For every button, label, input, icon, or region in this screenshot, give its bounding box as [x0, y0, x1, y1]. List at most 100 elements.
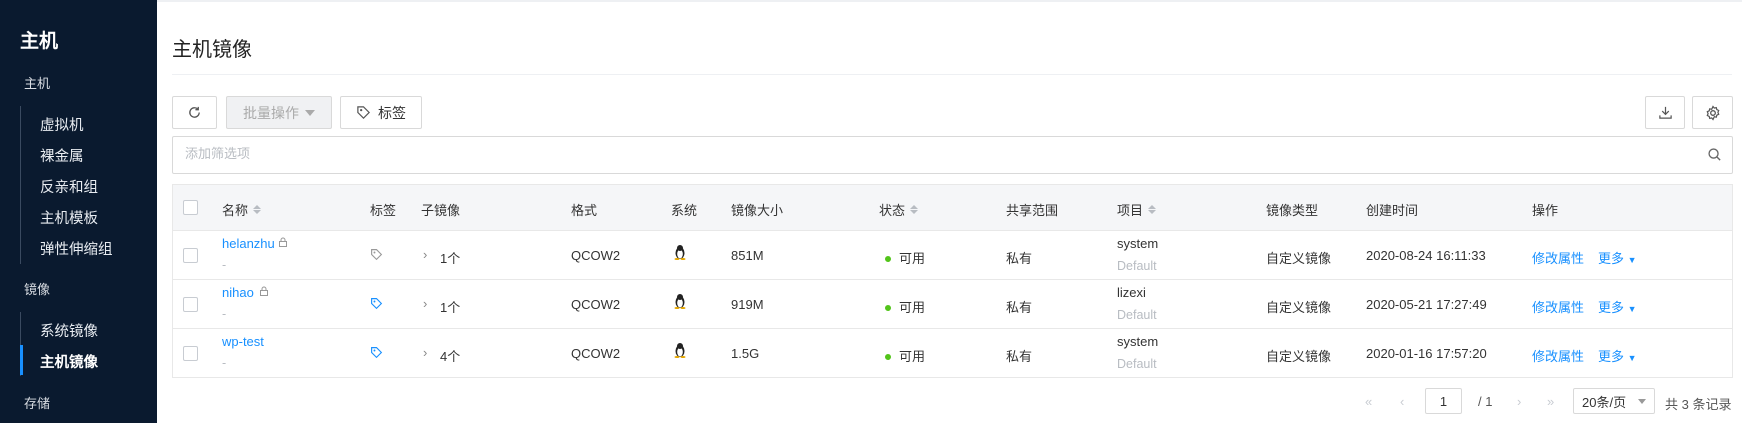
image-name-link[interactable]: nihao	[222, 285, 254, 300]
tag-icon[interactable]	[370, 297, 383, 313]
title-divider	[172, 74, 1732, 75]
column-share: 共享范围	[1006, 203, 1059, 218]
page-input[interactable]: 1	[1425, 388, 1462, 414]
project-domain: Default	[1117, 308, 1157, 322]
tag-icon[interactable]	[370, 248, 383, 264]
image-size: 851M	[731, 248, 764, 263]
row-checkbox[interactable]	[183, 248, 198, 263]
image-format: QCOW2	[571, 248, 621, 263]
table-header: 名称 标签 子镜像 格式 系统 镜像大小 状态 共享范围 项目 镜像类型 创建时…	[173, 185, 1732, 231]
tag-icon[interactable]	[370, 346, 383, 362]
edit-properties-link[interactable]: 修改属性	[1532, 297, 1584, 316]
search-icon[interactable]	[1707, 147, 1722, 165]
image-name-link[interactable]: helanzhu	[222, 236, 275, 251]
sidebar-group-image: 镜像	[24, 282, 51, 297]
select-all-checkbox[interactable]	[183, 200, 198, 215]
edit-properties-link[interactable]: 修改属性	[1532, 346, 1584, 365]
lock-icon	[258, 285, 270, 300]
caret-down-icon: ▼	[1627, 255, 1637, 265]
linux-icon	[673, 293, 687, 312]
sidebar-item-host-template[interactable]: 主机模板	[40, 207, 98, 228]
image-subtitle: -	[222, 356, 227, 370]
gear-icon	[1705, 104, 1721, 121]
column-format: 格式	[571, 203, 598, 218]
edit-properties-link[interactable]: 修改属性	[1532, 248, 1584, 267]
image-format: QCOW2	[571, 346, 621, 361]
sidebar-item-anti-affinity[interactable]: 反亲和组	[40, 176, 98, 197]
caret-down-icon: ▼	[1627, 353, 1637, 363]
column-tags: 标签	[370, 203, 397, 218]
column-project[interactable]: 项目	[1117, 200, 1157, 219]
image-type: 自定义镜像	[1266, 251, 1332, 266]
children-count: 1个	[440, 251, 461, 266]
sidebar-item-host-image[interactable]: 主机镜像	[40, 351, 98, 372]
status-badge: 可用	[885, 297, 925, 316]
prev-page-icon[interactable]: ‹	[1400, 394, 1404, 409]
sidebar-active-indicator	[20, 345, 23, 375]
image-format: QCOW2	[571, 297, 621, 312]
status-dot	[885, 255, 891, 262]
filter-input[interactable]	[185, 146, 1585, 161]
row-checkbox[interactable]	[183, 346, 198, 361]
batch-actions-label: 批量操作	[243, 104, 299, 121]
column-name[interactable]: 名称	[222, 200, 262, 219]
row-checkbox[interactable]	[183, 297, 198, 312]
project-domain: Default	[1117, 259, 1157, 273]
share-scope: 私有	[1006, 300, 1033, 315]
sort-icon[interactable]	[253, 205, 262, 214]
sidebar-item-system-image[interactable]: 系统镜像	[40, 320, 98, 341]
sidebar-item-baremetal[interactable]: 裸金属	[40, 145, 84, 166]
sidebar: 主机 主机 虚拟机 裸金属 反亲和组 主机模板 弹性伸缩组 镜像 系统镜像 主机…	[0, 0, 157, 423]
sidebar-item-autoscaling[interactable]: 弹性伸缩组	[40, 238, 113, 259]
batch-actions-button[interactable]: 批量操作	[226, 96, 332, 129]
next-page-icon[interactable]: ›	[1517, 394, 1521, 409]
linux-icon	[673, 342, 687, 361]
chevron-right-icon[interactable]: ›	[423, 345, 427, 360]
chevron-right-icon[interactable]: ›	[423, 247, 427, 262]
column-created: 创建时间	[1366, 203, 1419, 218]
sidebar-divider	[20, 106, 21, 264]
sort-icon[interactable]	[910, 205, 919, 214]
sidebar-group-host: 主机	[24, 76, 51, 91]
chevron-right-icon[interactable]: ›	[423, 296, 427, 311]
tag-icon	[356, 105, 371, 120]
column-status[interactable]: 状态	[879, 200, 919, 219]
lock-icon	[277, 236, 289, 251]
download-icon	[1658, 105, 1673, 120]
refresh-button[interactable]	[172, 96, 217, 129]
total-pages: / 1	[1478, 394, 1493, 409]
sidebar-group-storage: 存储	[24, 396, 51, 411]
tag-button[interactable]: 标签	[340, 96, 422, 129]
caret-down-icon	[305, 109, 315, 116]
column-os: 系统	[671, 203, 698, 218]
image-name-link[interactable]: wp-test	[222, 334, 264, 349]
download-button[interactable]	[1645, 96, 1685, 129]
caret-down-icon	[1638, 398, 1646, 404]
sort-icon[interactable]	[1148, 205, 1157, 214]
more-dropdown[interactable]: 更多 ▼	[1598, 297, 1637, 316]
first-page-icon[interactable]: «	[1365, 394, 1372, 409]
image-type: 自定义镜像	[1266, 300, 1332, 315]
created-time: 2020-01-16 17:57:20	[1366, 346, 1487, 361]
project-name: system	[1117, 236, 1159, 251]
total-records: 共 3 条记录	[1665, 397, 1732, 412]
created-time: 2020-08-24 16:11:33	[1366, 248, 1486, 263]
status-dot	[885, 304, 891, 311]
settings-button[interactable]	[1692, 96, 1733, 129]
last-page-icon[interactable]: »	[1547, 394, 1554, 409]
caret-down-icon: ▼	[1627, 304, 1637, 314]
more-dropdown[interactable]: 更多 ▼	[1598, 248, 1637, 267]
page-size-label: 20条/页	[1582, 394, 1627, 410]
status-dot	[885, 353, 891, 360]
image-size: 919M	[731, 297, 764, 312]
created-time: 2020-05-21 17:27:49	[1366, 297, 1487, 312]
image-subtitle: -	[222, 307, 227, 321]
filter-bar[interactable]	[172, 136, 1733, 174]
sidebar-item-vm[interactable]: 虚拟机	[40, 114, 84, 135]
share-scope: 私有	[1006, 349, 1033, 364]
page-size-select[interactable]: 20条/页	[1573, 388, 1655, 414]
project-name: lizexi	[1117, 285, 1146, 300]
project-name: system	[1117, 334, 1159, 349]
project-domain: Default	[1117, 357, 1157, 371]
more-dropdown[interactable]: 更多 ▼	[1598, 346, 1637, 365]
